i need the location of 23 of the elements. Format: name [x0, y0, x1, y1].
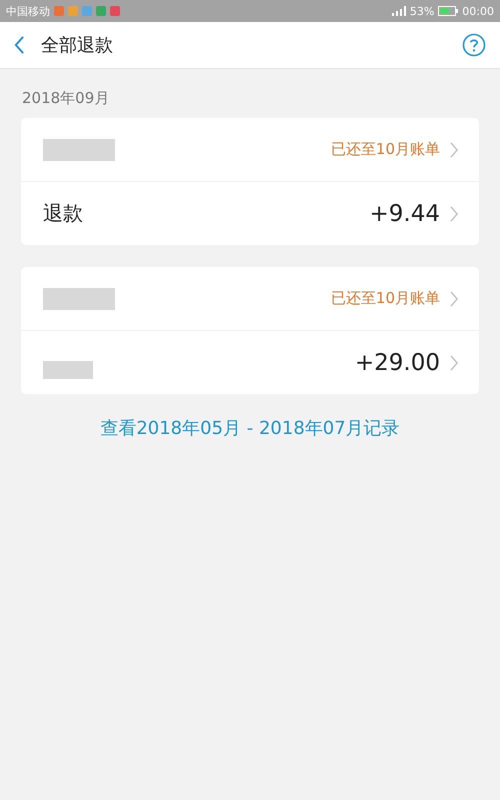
record-row[interactable]: 已还至10月账单 — [21, 118, 479, 181]
help-icon[interactable] — [462, 33, 486, 57]
record-row[interactable]: 退款 +9.44 — [21, 181, 479, 245]
signal-icon — [392, 6, 406, 16]
refund-label: 退款 — [43, 200, 83, 227]
back-icon[interactable] — [14, 36, 25, 54]
chevron-icon — [450, 354, 459, 370]
history-link[interactable]: 查看2018年05月 - 2018年07月记录 — [100, 416, 400, 440]
refund-amount: +29.00 — [354, 350, 440, 376]
record-row[interactable]: 已还至10月账单 — [21, 267, 479, 330]
page-title: 全部退款 — [41, 34, 114, 57]
clock-time: 00:00 — [462, 4, 494, 18]
battery-percent: 53% — [410, 4, 434, 18]
month-heading: 2018年09月 — [21, 88, 110, 109]
battery-icon — [438, 6, 458, 16]
carrier-name: 中国移动 — [6, 4, 50, 18]
repay-status: 已还至10月账单 — [330, 140, 440, 159]
chevron-icon — [450, 290, 459, 306]
repay-status: 已还至10月账单 — [330, 289, 440, 308]
chevron-icon — [450, 206, 459, 222]
record-row[interactable]: +29.00 — [21, 330, 479, 394]
chevron-icon — [450, 142, 459, 158]
refund-amount: +9.44 — [370, 200, 440, 226]
